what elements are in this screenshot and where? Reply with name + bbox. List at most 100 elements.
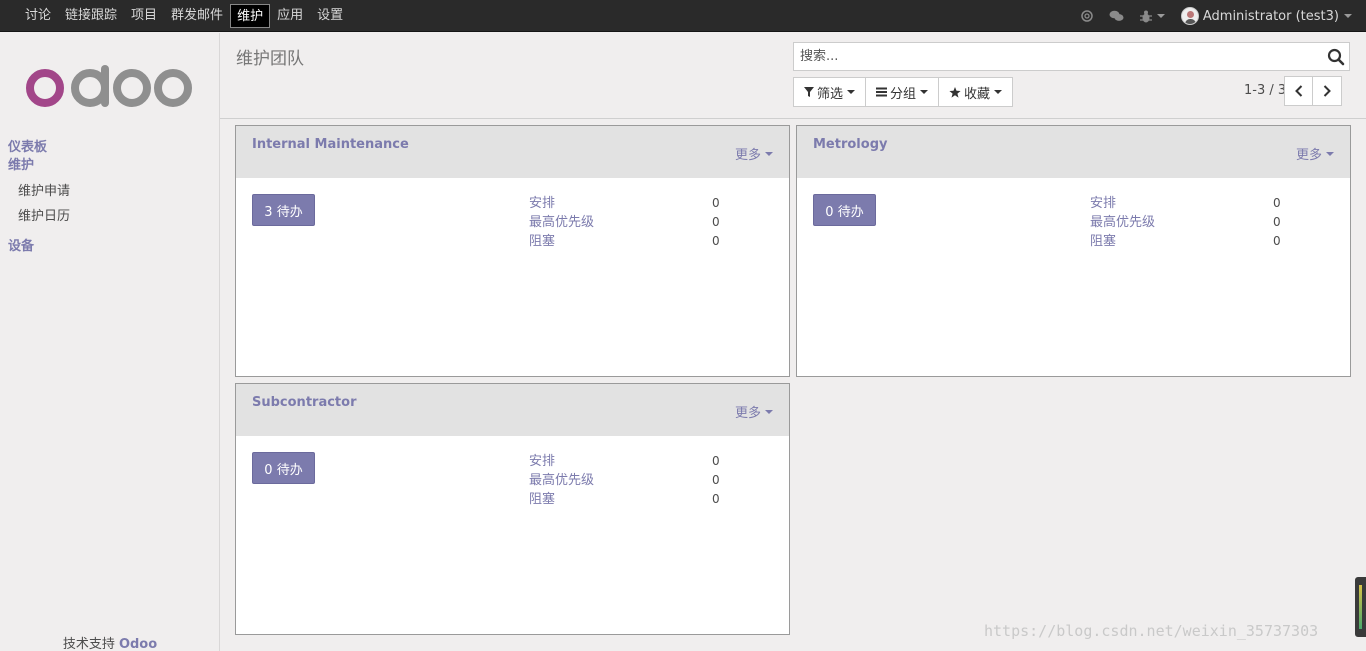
team-name[interactable]: Internal Maintenance bbox=[252, 137, 409, 152]
sidebar-item-maintenance-request[interactable]: 维护申请 bbox=[8, 179, 208, 204]
stat-row: 阻塞 0 bbox=[1090, 232, 1281, 251]
chevron-left-icon bbox=[1294, 85, 1302, 97]
chat-icon[interactable] bbox=[1109, 10, 1124, 22]
search-icon[interactable] bbox=[1327, 48, 1345, 66]
menu-mass-mailing[interactable]: 群发邮件 bbox=[164, 4, 230, 28]
sidebar-item-equipment[interactable]: 设备 bbox=[8, 238, 208, 256]
stat-row: 阻塞 0 bbox=[529, 232, 720, 251]
stat-top-priority[interactable]: 最高优先级 bbox=[529, 215, 594, 230]
stat-blocked[interactable]: 阻塞 bbox=[529, 234, 555, 249]
more-label: 更多 bbox=[734, 406, 761, 421]
systray: Administrator (test3) bbox=[1065, 0, 1352, 32]
todo-button[interactable]: 0 待办 bbox=[813, 194, 876, 226]
powered-by: 技术支持 Odoo bbox=[0, 633, 220, 651]
sidebar-item-maintenance-calendar[interactable]: 维护日历 bbox=[8, 204, 208, 229]
chevron-right-icon bbox=[1323, 85, 1331, 97]
watermark: https://blog.csdn.net/weixin_35737303 bbox=[984, 622, 1319, 640]
sidebar-nav: 仪表板 维护 维护申请 维护日历 设备 bbox=[8, 139, 208, 256]
more-label: 更多 bbox=[1295, 148, 1322, 163]
search-options: 筛选 分组 收藏 bbox=[793, 77, 1014, 107]
stat-blocked[interactable]: 阻塞 bbox=[529, 492, 555, 507]
search-bar bbox=[793, 42, 1350, 71]
favorites-label: 收藏 bbox=[964, 86, 991, 102]
control-panel: 维护团队 筛选 分组 收藏 1-3 / 3 bbox=[220, 33, 1366, 119]
bars-icon bbox=[876, 87, 888, 97]
bug-icon[interactable] bbox=[1139, 10, 1165, 23]
todo-button[interactable]: 3 待办 bbox=[252, 194, 315, 226]
stat-value: 0 bbox=[1273, 215, 1281, 229]
stat-row: 阻塞 0 bbox=[529, 490, 720, 509]
chevron-down-icon bbox=[847, 90, 856, 94]
star-icon bbox=[949, 86, 961, 98]
stat-row: 最高优先级 0 bbox=[1090, 213, 1281, 232]
user-menu[interactable]: Administrator (test3) bbox=[1180, 7, 1352, 25]
top-navbar: 讨论 链接跟踪 项目 群发邮件 维护 应用 设置 Administrator (… bbox=[0, 0, 1366, 32]
user-name: Administrator (test3) bbox=[1202, 8, 1339, 24]
stat-value: 0 bbox=[712, 234, 720, 248]
stat-blocked[interactable]: 阻塞 bbox=[1090, 234, 1116, 249]
group-by-button[interactable]: 分组 bbox=[866, 78, 940, 106]
stat-value: 0 bbox=[712, 492, 720, 506]
at-icon[interactable] bbox=[1081, 10, 1093, 22]
breadcrumb: 维护团队 bbox=[236, 49, 304, 69]
kanban-card-subcontractor[interactable]: Subcontractor 更多 0 待办 安排 0 最高优先级 0 阻塞 0 bbox=[235, 383, 790, 635]
stat-scheduled[interactable]: 安排 bbox=[1090, 196, 1116, 211]
pager-next-button[interactable] bbox=[1313, 76, 1342, 106]
pager-buttons bbox=[1284, 76, 1342, 106]
todo-button[interactable]: 0 待办 bbox=[252, 452, 315, 484]
menu-maintenance[interactable]: 维护 bbox=[230, 4, 271, 28]
menu-apps[interactable]: 应用 bbox=[270, 4, 310, 28]
menu-discuss[interactable]: 讨论 bbox=[18, 4, 58, 28]
kanban-card-metrology[interactable]: Metrology 更多 0 待办 安排 0 最高优先级 0 阻塞 0 bbox=[796, 125, 1351, 377]
stat-row: 安排 0 bbox=[1090, 194, 1281, 213]
sidebar-item-dashboard[interactable]: 仪表板 bbox=[8, 139, 208, 157]
more-dropdown[interactable]: 更多 bbox=[735, 402, 773, 421]
stat-row: 最高优先级 0 bbox=[529, 471, 720, 490]
menu-project[interactable]: 项目 bbox=[124, 4, 164, 28]
chevron-down-icon bbox=[1326, 151, 1334, 156]
filter-button[interactable]: 筛选 bbox=[794, 78, 867, 106]
stat-row: 最高优先级 0 bbox=[529, 213, 720, 232]
stats-list: 安排 0 最高优先级 0 阻塞 0 bbox=[529, 452, 720, 509]
more-label: 更多 bbox=[734, 148, 761, 163]
search-input[interactable] bbox=[794, 43, 1314, 70]
kanban-card-internal-maintenance[interactable]: Internal Maintenance 更多 3 待办 安排 0 最高优先级 0 … bbox=[235, 125, 790, 377]
team-name[interactable]: Subcontractor bbox=[252, 395, 356, 410]
stat-value: 0 bbox=[712, 196, 720, 210]
stat-scheduled[interactable]: 安排 bbox=[529, 454, 555, 469]
sidebar-item-maintenance[interactable]: 维护 bbox=[8, 157, 208, 175]
stat-value: 0 bbox=[712, 454, 720, 468]
powered-by-link[interactable]: Odoo bbox=[119, 637, 157, 651]
team-name[interactable]: Metrology bbox=[813, 137, 887, 152]
filter-icon bbox=[804, 87, 814, 97]
chevron-down-icon bbox=[765, 409, 773, 414]
chevron-down-icon bbox=[1156, 14, 1165, 18]
stat-value: 0 bbox=[1273, 196, 1281, 210]
stat-value: 0 bbox=[712, 215, 720, 229]
chevron-down-icon bbox=[920, 90, 929, 94]
stat-top-priority[interactable]: 最高优先级 bbox=[529, 473, 594, 488]
stat-scheduled[interactable]: 安排 bbox=[529, 196, 555, 211]
stat-row: 安排 0 bbox=[529, 194, 720, 213]
app-menu: 讨论 链接跟踪 项目 群发邮件 维护 应用 设置 bbox=[18, 0, 350, 32]
avatar bbox=[1180, 7, 1199, 25]
chevron-down-icon bbox=[765, 151, 773, 156]
stat-value: 0 bbox=[1273, 234, 1281, 248]
odoo-logo[interactable] bbox=[26, 65, 196, 115]
more-dropdown[interactable]: 更多 bbox=[735, 144, 773, 163]
chevron-down-icon bbox=[1344, 14, 1352, 18]
pager-value: 1-3 / 3 bbox=[1244, 83, 1287, 98]
stats-list: 安排 0 最高优先级 0 阻塞 0 bbox=[529, 194, 720, 251]
stat-top-priority[interactable]: 最高优先级 bbox=[1090, 215, 1155, 230]
card-header: Metrology 更多 bbox=[797, 126, 1350, 178]
favorites-button[interactable]: 收藏 bbox=[939, 78, 1012, 106]
menu-link-tracker[interactable]: 链接跟踪 bbox=[58, 4, 124, 28]
more-dropdown[interactable]: 更多 bbox=[1296, 144, 1334, 163]
stat-value: 0 bbox=[712, 473, 720, 487]
group-by-label: 分组 bbox=[890, 86, 917, 102]
scrollbar-thumb[interactable] bbox=[1355, 577, 1366, 637]
powered-by-prefix: 技术支持 bbox=[62, 637, 119, 651]
menu-settings[interactable]: 设置 bbox=[310, 4, 350, 28]
pager-previous-button[interactable] bbox=[1284, 76, 1313, 106]
sidebar: 仪表板 维护 维护申请 维护日历 设备 技术支持 Odoo bbox=[0, 33, 220, 651]
